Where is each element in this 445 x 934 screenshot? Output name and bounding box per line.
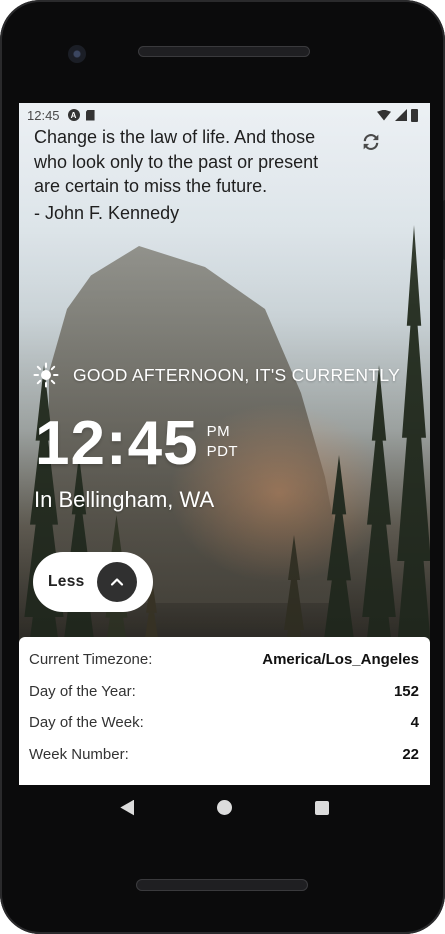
detail-value: 4 [410, 714, 419, 732]
quote-text: Change is the law of life. And those who… [34, 127, 319, 196]
detail-row-day-of-year: Day of the Year: 152 [29, 676, 419, 708]
detail-value: 22 [402, 745, 419, 763]
less-button[interactable]: Less [33, 552, 153, 612]
recents-icon[interactable] [314, 800, 329, 815]
system-navigation-bar [19, 785, 430, 830]
front-camera [68, 45, 86, 63]
details-panel: Current Timezone: America/Los_Angeles Da… [19, 637, 430, 785]
greeting-row: GOOD AFTERNOON, IT'S CURRENTLY [33, 362, 400, 388]
less-button-label: Less [48, 573, 85, 590]
clock-time: 12:45 [35, 409, 199, 478]
app-screen: 12:45 A Change is the law of life. And t… [19, 103, 430, 785]
battery-icon [411, 108, 418, 122]
detail-value: 152 [393, 682, 419, 700]
detail-value: America/Los_Angeles [262, 651, 419, 669]
wifi-icon [377, 109, 391, 121]
detail-label: Day of the Week: [29, 714, 144, 732]
quote-author: - John F. Kennedy [34, 202, 180, 223]
detail-label: Week Number: [29, 745, 129, 763]
earpiece-speaker [138, 46, 310, 57]
refresh-icon[interactable] [360, 131, 382, 153]
chevron-up-icon[interactable] [97, 562, 137, 602]
sun-icon [33, 362, 59, 388]
detail-row-day-of-week: Day of the Week: 4 [29, 707, 419, 739]
detail-row-timezone: Current Timezone: America/Los_Angeles [29, 644, 419, 676]
status-bar: 12:45 A [19, 103, 430, 127]
greeting-text: GOOD AFTERNOON, IT'S CURRENTLY [73, 364, 401, 385]
detail-row-week-number: Week Number: 22 [29, 739, 419, 771]
status-time: 12:45 [27, 107, 60, 123]
detail-label: Day of the Year: [29, 682, 136, 700]
clock-display: 12:45 PM PDT [35, 410, 238, 478]
home-icon[interactable] [216, 800, 232, 815]
bottom-speaker [136, 879, 308, 891]
quote-block: Change is the law of life. And those who… [34, 125, 344, 225]
location-text: In Bellingham, WA [34, 487, 215, 512]
signal-icon [395, 109, 407, 121]
clock-timezone: PDT [206, 443, 239, 460]
back-icon[interactable] [120, 799, 135, 816]
clock-period: PM [206, 423, 231, 440]
sd-card-icon [85, 109, 95, 121]
phone-frame: 12:45 A Change is the law of life. And t… [0, 0, 445, 934]
detail-label: Current Timezone: [29, 651, 153, 669]
automation-icon: A [67, 109, 80, 121]
